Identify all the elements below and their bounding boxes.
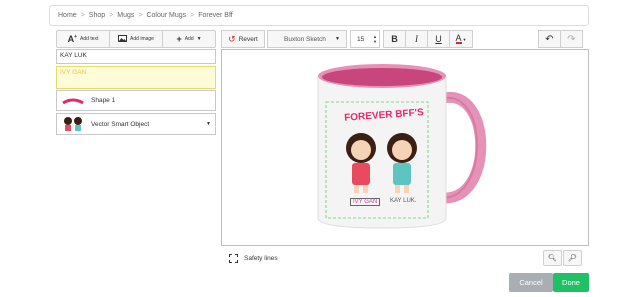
font-size-value: 15 xyxy=(357,35,365,43)
revert-button[interactable]: ↺ Revert xyxy=(221,30,265,48)
breadcrumb-shop[interactable]: Shop xyxy=(89,12,105,19)
safety-lines-toggle[interactable]: Safety lines xyxy=(229,254,278,263)
caret-down-icon: ▼ xyxy=(196,36,202,42)
mug-preview xyxy=(317,64,487,229)
layer-item-kay-luk[interactable]: KAY LUK xyxy=(56,49,216,64)
font-select[interactable]: Buxton Sketch ▼ xyxy=(267,30,347,48)
add-dropdown-button[interactable]: + Add ▼ xyxy=(163,31,215,47)
breadcrumb-current: Forever Bff xyxy=(198,12,233,19)
layers-panel: A+ Add text Add image + Add ▼ KAY LUK IV… xyxy=(56,30,216,135)
caret-down-icon: ▼ xyxy=(462,36,467,42)
add-text-label: Add text xyxy=(80,36,99,42)
redo-icon: ↷ xyxy=(567,33,576,45)
vector-thumbnail xyxy=(61,116,85,132)
plus-icon: + xyxy=(176,34,182,44)
design-name-right[interactable]: KAY LUK. xyxy=(390,198,416,204)
breadcrumb: Home > Shop > Mugs > Colour Mugs > Forever B… xyxy=(49,5,589,26)
breadcrumb-separator: > xyxy=(80,12,85,19)
caret-down-icon[interactable]: ▼ xyxy=(206,121,211,127)
layer-item-shape-1[interactable]: Shape 1 xyxy=(56,90,216,111)
revert-button-inner[interactable]: ↺ Revert xyxy=(222,31,264,47)
history-group: ↶ ↷ xyxy=(538,30,583,48)
bold-button[interactable]: B xyxy=(384,31,406,47)
add-image-label: Add image xyxy=(130,36,154,42)
safety-lines-checkbox[interactable] xyxy=(229,254,238,263)
breadcrumb-separator: > xyxy=(109,12,114,19)
cancel-button[interactable]: Cancel xyxy=(509,273,553,292)
image-icon xyxy=(118,34,128,44)
left-toolbar: A+ Add text Add image + Add ▼ xyxy=(56,30,216,48)
breadcrumb-home[interactable]: Home xyxy=(58,12,77,19)
text-color-letter: A xyxy=(455,33,462,44)
safety-lines-label: Safety lines xyxy=(244,255,278,262)
design-canvas[interactable]: FOREVER BFF'S IVY GAN KAY LUK. xyxy=(221,49,589,246)
add-label: Add xyxy=(184,36,194,42)
layer-label: Shape 1 xyxy=(91,97,116,104)
italic-button[interactable]: I xyxy=(406,31,428,47)
revert-icon: ↺ xyxy=(228,33,236,44)
redo-button[interactable]: ↷ xyxy=(561,31,582,47)
underline-button[interactable]: U xyxy=(428,31,450,47)
caret-down-icon: ▼ xyxy=(335,36,340,42)
layer-item-vector-smart-object[interactable]: Vector Smart Object ▼ xyxy=(56,113,216,135)
magnifier-minus-icon: 🔍︎ xyxy=(548,255,557,262)
breadcrumb-colour-mugs[interactable]: Colour Mugs xyxy=(146,12,186,19)
layer-item-ivy-gan[interactable]: IVY GAN xyxy=(56,66,216,89)
add-text-icon: A+ xyxy=(67,34,78,44)
zoom-in-button[interactable]: 🔎︎ xyxy=(563,250,582,266)
design-name-left[interactable]: IVY GAN xyxy=(350,198,381,206)
text-color-button[interactable]: A ▼ xyxy=(450,31,472,47)
add-image-button[interactable]: Add image xyxy=(110,31,163,47)
done-button[interactable]: Done xyxy=(553,273,589,292)
layer-label: KAY LUK xyxy=(60,52,87,59)
revert-label: Revert xyxy=(238,35,258,43)
shape-thumbnail xyxy=(61,93,85,109)
text-style-group: B I U A ▼ xyxy=(383,30,473,48)
undo-icon: ↶ xyxy=(545,33,554,45)
breadcrumb-separator: > xyxy=(190,12,195,19)
undo-button[interactable]: ↶ xyxy=(539,31,561,47)
breadcrumb-mugs[interactable]: Mugs xyxy=(117,12,134,19)
layer-label: IVY GAN xyxy=(60,69,87,76)
layer-label: Vector Smart Object xyxy=(91,120,150,128)
font-name: Buxton Sketch xyxy=(284,35,326,43)
font-size-stepper[interactable]: 15 ▲ ▼ xyxy=(350,30,380,48)
zoom-out-button[interactable]: 🔍︎ xyxy=(543,250,562,266)
magnifier-plus-icon: 🔎︎ xyxy=(568,255,577,262)
add-text-button[interactable]: A+ Add text xyxy=(57,31,110,47)
breadcrumb-separator: > xyxy=(138,12,143,19)
stepper-arrows-icon[interactable]: ▲ ▼ xyxy=(373,34,379,44)
